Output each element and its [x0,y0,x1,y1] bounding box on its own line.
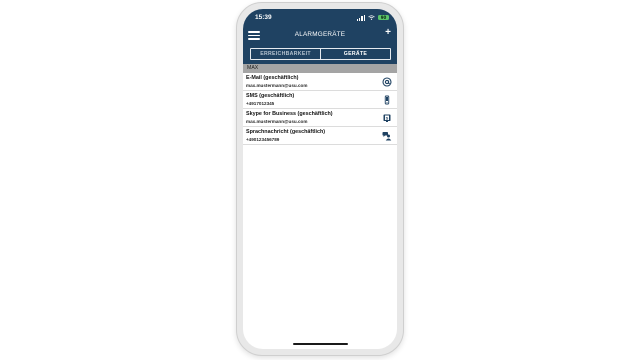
app-header: 15:39 90 ALARMGERÄTE + ERREICHBARKEIT GE… [243,9,397,64]
home-indicator[interactable] [293,343,348,345]
section-header: MAX [243,64,397,73]
list-item[interactable]: Sprachnachricht (geschäftlich) +49012345… [243,127,397,145]
item-title: Skype for Business (geschäftlich) [246,111,333,117]
segmented-tabs: ERREICHBARKEIT GERÄTE [250,48,391,60]
item-title: Sprachnachricht (geschäftlich) [246,129,326,135]
battery-icon: 90 [378,15,389,20]
item-title: SMS (geschäftlich) [246,93,295,99]
list-item[interactable]: Skype for Business (geschäftlich) max.mu… [243,109,397,127]
menu-icon[interactable] [248,31,260,40]
item-subtitle: max.mustermann@usu.com [246,83,308,88]
add-button[interactable]: + [385,28,391,38]
device-list: E-Mail (geschäftlich) max.mustermann@usu… [243,73,397,145]
list-item[interactable]: E-Mail (geschäftlich) max.mustermann@usu… [243,73,397,91]
signal-icon [356,14,365,21]
item-subtitle: +4917012345 [246,101,275,106]
status-icons: 90 [356,14,389,21]
tab-geraete[interactable]: GERÄTE [321,49,390,59]
wifi-icon [368,15,375,20]
mobile-phone-icon [382,95,392,105]
app-screen: 15:39 90 ALARMGERÄTE + ERREICHBARKEIT GE… [243,9,397,349]
tab-erreichbarkeit[interactable]: ERREICHBARKEIT [251,49,321,59]
svg-text:S: S [386,115,389,120]
item-subtitle: +490123456789 [246,137,280,142]
status-time: 15:39 [255,14,272,21]
item-subtitle: max.mustermann@usu.com [246,119,308,124]
list-item[interactable]: SMS (geschäftlich) +4917012345 [243,91,397,109]
item-title: E-Mail (geschäftlich) [246,75,299,81]
at-icon [382,77,392,87]
voice-message-icon [382,131,392,141]
skype-business-icon: S [382,113,392,123]
page-title: ALARMGERÄTE [294,31,346,38]
